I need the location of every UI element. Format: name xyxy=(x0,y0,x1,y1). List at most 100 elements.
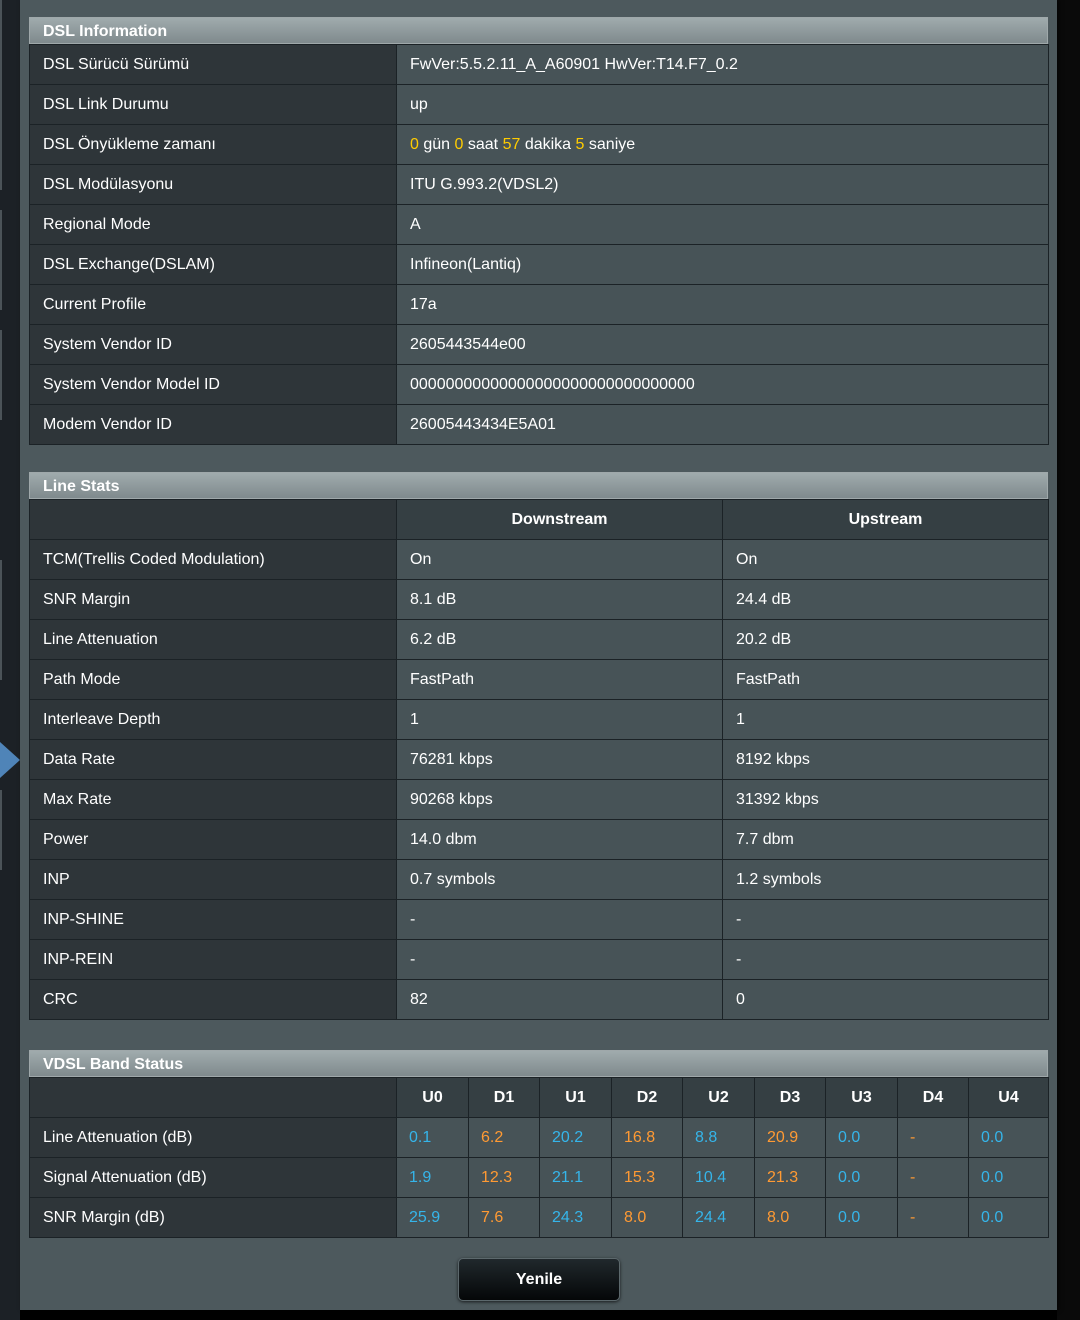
band-value-u3: 0.0 xyxy=(825,1117,898,1158)
uptime-value: 0 gün 0 saat 57 dakika 5 saniye xyxy=(396,124,1049,165)
table-row: Line Attenuation (dB) 0.1 6.2 20.2 16.8 8.8 20… xyxy=(29,1117,1049,1158)
left-sidebar-edge xyxy=(0,0,20,1320)
band-row-label: SNR Margin (dB) xyxy=(29,1197,397,1238)
uptime-seconds-unit: saniye xyxy=(588,135,636,153)
band-value-d3: 8.0 xyxy=(754,1197,826,1238)
uptime-minutes-unit: dakika xyxy=(524,135,572,153)
band-value-u1: 24.3 xyxy=(539,1197,612,1238)
line-stat-downstream: 8.1 dB xyxy=(396,579,723,620)
modem-vendor-value: 26005443434E5A01 xyxy=(396,404,1049,445)
regional-mode-label: Regional Mode xyxy=(29,204,397,245)
table-row: TCM(Trellis Coded Modulation) On On xyxy=(29,539,1049,580)
table-row: DSL Link Durumu up xyxy=(29,84,1049,125)
band-header-d1: D1 xyxy=(468,1077,540,1118)
line-stats-title: Line Stats xyxy=(29,472,1048,499)
band-value-u4: 0.0 xyxy=(968,1157,1049,1198)
line-stat-upstream: - xyxy=(722,899,1049,940)
line-stat-downstream: 1 xyxy=(396,699,723,740)
line-stat-upstream: 1.2 symbols xyxy=(722,859,1049,900)
band-header-d3: D3 xyxy=(754,1077,826,1118)
line-stat-label: Data Rate xyxy=(29,739,397,780)
driver-version-value: FwVer:5.5.2.11_A_A60901 HwVer:T14.F7_0.2 xyxy=(396,44,1049,85)
downstream-header: Downstream xyxy=(396,499,723,540)
table-row: DSL Modülasyonu ITU G.993.2(VDSL2) xyxy=(29,164,1049,205)
band-header-d4: D4 xyxy=(897,1077,969,1118)
modulation-value: ITU G.993.2(VDSL2) xyxy=(396,164,1049,205)
driver-version-label: DSL Sürücü Sürümü xyxy=(29,44,397,85)
line-stat-downstream: 6.2 dB xyxy=(396,619,723,660)
table-header-row: U0 D1 U1 D2 U2 D3 U3 D4 U4 xyxy=(29,1077,1049,1118)
line-stat-label: INP-SHINE xyxy=(29,899,397,940)
table-row: Current Profile 17a xyxy=(29,284,1049,325)
refresh-button[interactable]: Yenile xyxy=(458,1258,620,1301)
line-stat-upstream: FastPath xyxy=(722,659,1049,700)
line-stat-upstream: On xyxy=(722,539,1049,580)
table-header-row: Downstream Upstream xyxy=(29,499,1049,540)
line-stat-upstream: 20.2 dB xyxy=(722,619,1049,660)
band-value-u3: 0.0 xyxy=(825,1157,898,1198)
band-value-u0: 25.9 xyxy=(396,1197,469,1238)
line-stat-downstream: 14.0 dbm xyxy=(396,819,723,860)
vendor-model-label: System Vendor Model ID xyxy=(29,364,397,405)
upstream-header: Upstream xyxy=(722,499,1049,540)
uptime-hours-unit: saat xyxy=(467,135,499,153)
line-stat-label: Max Rate xyxy=(29,779,397,820)
band-value-u2: 24.4 xyxy=(682,1197,755,1238)
table-row: Regional Mode A xyxy=(29,204,1049,245)
table-row: DSL Exchange(DSLAM) Infineon(Lantiq) xyxy=(29,244,1049,285)
band-value-d4: - xyxy=(897,1117,969,1158)
band-value-d2: 8.0 xyxy=(611,1197,683,1238)
band-value-d3: 20.9 xyxy=(754,1117,826,1158)
line-stat-label: TCM(Trellis Coded Modulation) xyxy=(29,539,397,580)
band-row-label: Signal Attenuation (dB) xyxy=(29,1157,397,1198)
header-blank-cell xyxy=(29,499,397,540)
band-value-d2: 15.3 xyxy=(611,1157,683,1198)
line-stat-downstream: On xyxy=(396,539,723,580)
table-row: SNR Margin 8.1 dB 24.4 dB xyxy=(29,579,1049,620)
band-value-d4: - xyxy=(897,1157,969,1198)
modem-vendor-label: Modem Vendor ID xyxy=(29,404,397,445)
table-row: DSL Önyükleme zamanı 0 gün 0 saat 57 dak… xyxy=(29,124,1049,165)
link-status-value: up xyxy=(396,84,1049,125)
line-stat-upstream: 8192 kbps xyxy=(722,739,1049,780)
line-stat-label: Path Mode xyxy=(29,659,397,700)
band-header-u1: U1 xyxy=(539,1077,612,1118)
table-row: INP-SHINE - - xyxy=(29,899,1049,940)
vdsl-band-table: U0 D1 U1 D2 U2 D3 U3 D4 U4 Line Attenuation (dB)… xyxy=(29,1077,1049,1238)
link-status-label: DSL Link Durumu xyxy=(29,84,397,125)
line-stat-upstream: - xyxy=(722,939,1049,980)
vdsl-band-section: VDSL Band Status U0 D1 U1 D2 U2 D3 U3 D4 U4 Line… xyxy=(29,1050,1049,1238)
uptime-days: 0 xyxy=(410,135,419,153)
right-edge xyxy=(1057,0,1080,1320)
table-row: DSL Sürücü Sürümü FwVer:5.5.2.11_A_A6090… xyxy=(29,44,1049,85)
line-stat-downstream: 82 xyxy=(396,979,723,1020)
table-row: System Vendor Model ID 00000000000000000… xyxy=(29,364,1049,405)
uptime-seconds: 5 xyxy=(575,135,585,153)
band-value-d1: 6.2 xyxy=(468,1117,540,1158)
line-stat-label: SNR Margin xyxy=(29,579,397,620)
vdsl-band-title: VDSL Band Status xyxy=(29,1050,1048,1077)
uptime-label: DSL Önyükleme zamanı xyxy=(29,124,397,165)
vendor-id-value: 2605443544e00 xyxy=(396,324,1049,365)
line-stat-upstream: 24.4 dB xyxy=(722,579,1049,620)
band-value-u4: 0.0 xyxy=(968,1117,1049,1158)
line-stat-downstream: 90268 kbps xyxy=(396,779,723,820)
line-stat-downstream: - xyxy=(396,899,723,940)
dsl-information-table: DSL Sürücü Sürümü FwVer:5.5.2.11_A_A6090… xyxy=(29,44,1049,445)
band-value-u1: 20.2 xyxy=(539,1117,612,1158)
band-value-u2: 10.4 xyxy=(682,1157,755,1198)
line-stat-downstream: 0.7 symbols xyxy=(396,859,723,900)
table-row: Max Rate 90268 kbps 31392 kbps xyxy=(29,779,1049,820)
modulation-label: DSL Modülasyonu xyxy=(29,164,397,205)
band-value-u1: 21.1 xyxy=(539,1157,612,1198)
regional-mode-value: A xyxy=(396,204,1049,245)
exchange-label: DSL Exchange(DSLAM) xyxy=(29,244,397,285)
line-stat-label: CRC xyxy=(29,979,397,1020)
line-stat-upstream: 0 xyxy=(722,979,1049,1020)
exchange-value: Infineon(Lantiq) xyxy=(396,244,1049,285)
band-value-u4: 0.0 xyxy=(968,1197,1049,1238)
active-menu-arrow-icon xyxy=(0,742,20,778)
line-stats-table: Downstream Upstream TCM(Trellis Coded Mo… xyxy=(29,499,1049,1020)
table-row: System Vendor ID 2605443544e00 xyxy=(29,324,1049,365)
vendor-model-value: 00000000000000000000000000000000 xyxy=(396,364,1049,405)
